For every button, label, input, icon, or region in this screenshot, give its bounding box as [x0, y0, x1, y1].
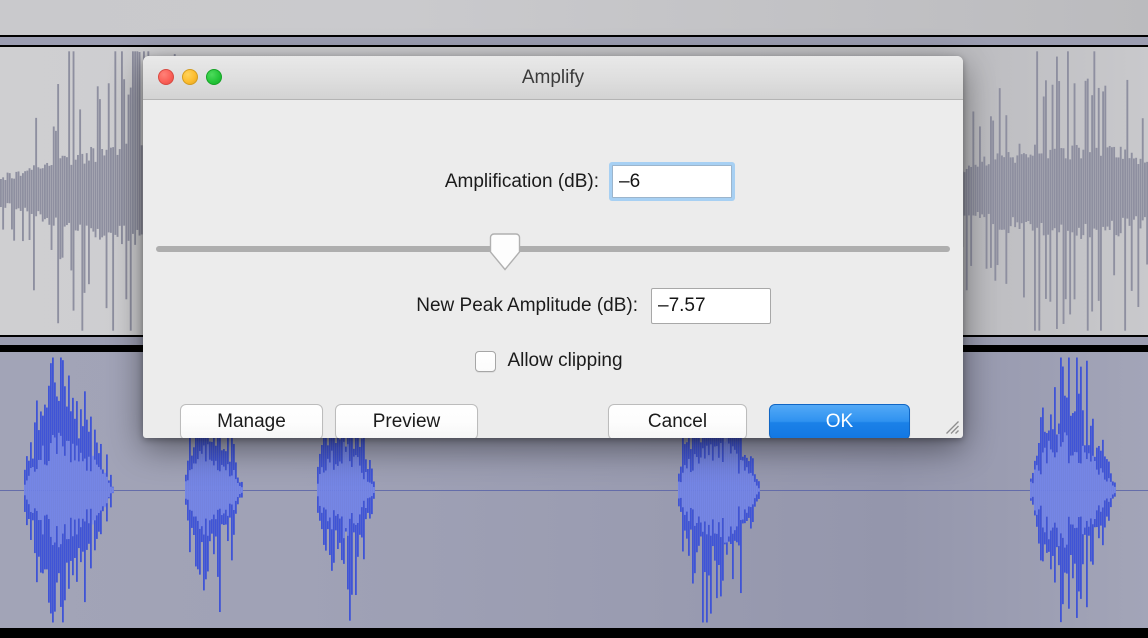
new-peak-amplitude-row: New Peak Amplitude (dB): [143, 288, 963, 324]
dialog-title: Amplify [521, 67, 585, 88]
amplification-slider[interactable] [156, 233, 950, 273]
track-strip-top[interactable] [0, 0, 1148, 35]
dialog-body: Amplification (dB): New Peak Amplitude (… [143, 100, 963, 438]
amplification-row: Amplification (dB): [143, 162, 963, 201]
ok-button[interactable]: OK [769, 404, 910, 438]
allow-clipping-row[interactable]: Allow clipping [143, 350, 963, 372]
allow-clipping-label: Allow clipping [507, 350, 623, 371]
manage-button[interactable]: Manage [180, 404, 323, 438]
dialog-titlebar[interactable]: Amplify [143, 56, 963, 100]
waveform-top-partial [0, 0, 1148, 35]
amplification-label: Amplification (dB): [444, 170, 599, 192]
slider-thumb[interactable] [488, 233, 522, 271]
amplification-input[interactable] [612, 165, 732, 198]
track-separator-5 [0, 628, 1148, 630]
new-peak-amplitude-label: New Peak Amplitude (dB): [416, 295, 638, 316]
amplify-dialog: Amplify Amplification (dB): New Peak Amp… [143, 56, 963, 438]
allow-clipping-checkbox[interactable] [475, 350, 497, 372]
slider-track[interactable] [156, 246, 950, 252]
amplification-field-focusring [609, 162, 735, 201]
resize-grip-icon[interactable] [944, 419, 960, 435]
selection-band-1 [0, 37, 1148, 45]
new-peak-amplitude-input[interactable] [651, 288, 771, 324]
screen: Amplify Amplification (dB): New Peak Amp… [0, 0, 1148, 638]
dialog-button-row: Manage Preview Cancel OK [143, 404, 963, 438]
cancel-button[interactable]: Cancel [608, 404, 747, 438]
preview-button[interactable]: Preview [335, 404, 478, 438]
